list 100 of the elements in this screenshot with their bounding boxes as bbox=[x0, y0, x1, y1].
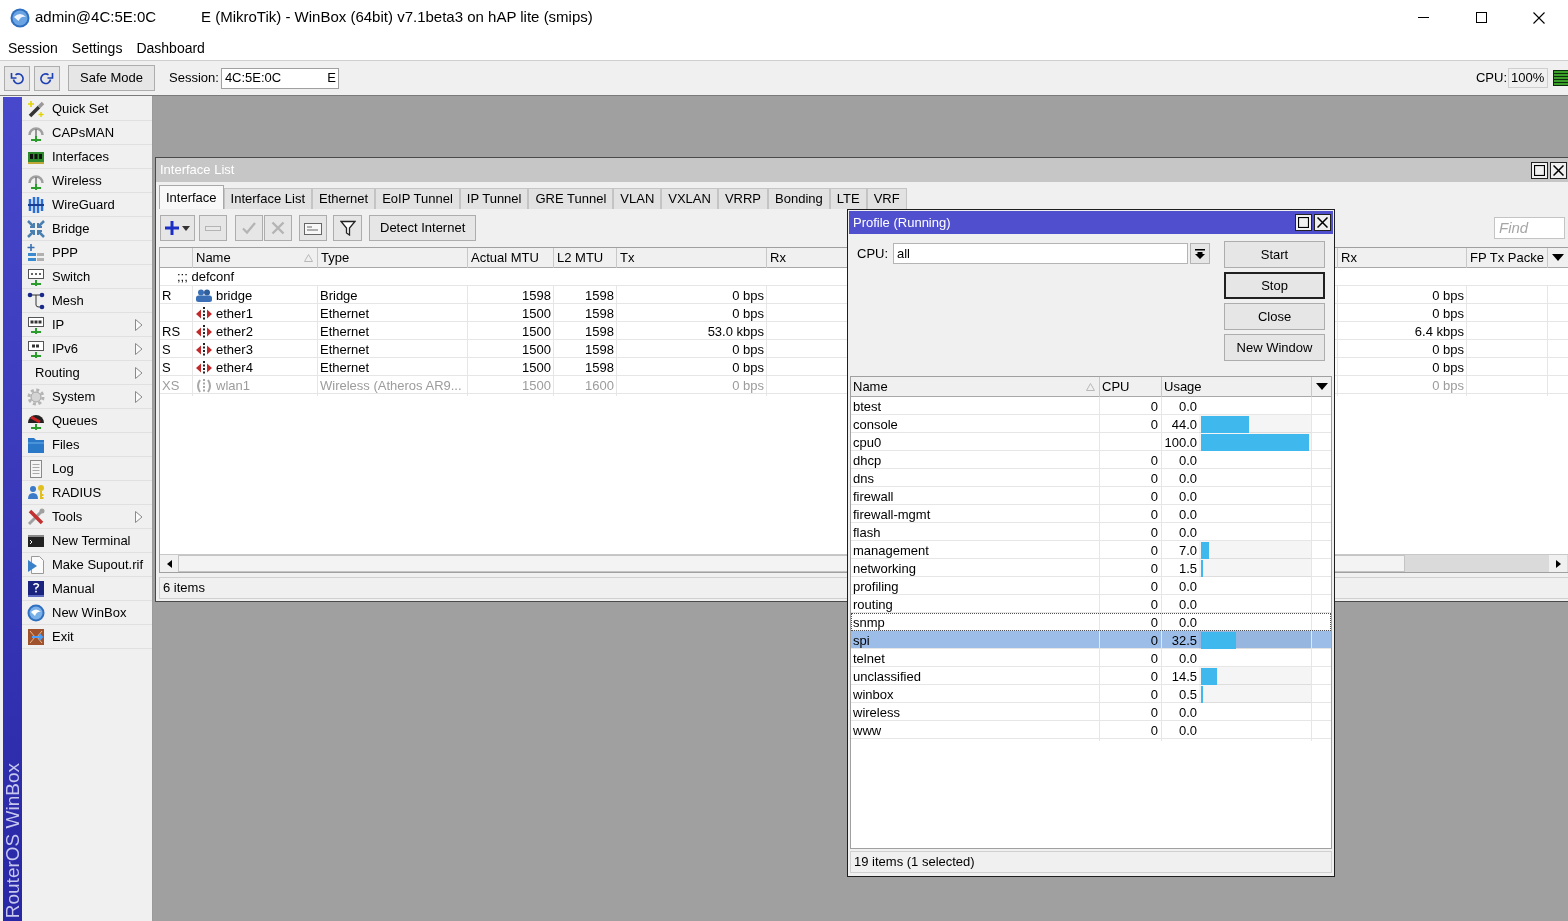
table-row[interactable]: telnet 0 0.0 bbox=[851, 649, 1331, 667]
sidebar-item[interactable]: Manual bbox=[22, 577, 152, 601]
sidebar-item[interactable]: Queues bbox=[22, 409, 152, 433]
table-row[interactable]: routing 0 0.0 bbox=[851, 595, 1331, 613]
table-row[interactable]: profiling 0 0.0 bbox=[851, 577, 1331, 595]
dialog-button[interactable]: Stop bbox=[1224, 272, 1325, 299]
close-button[interactable] bbox=[1314, 214, 1331, 231]
column-header[interactable]: Usage bbox=[1162, 377, 1312, 397]
tab[interactable]: GRE Tunnel bbox=[528, 188, 614, 209]
session-label: Session: bbox=[169, 69, 219, 88]
comment-button[interactable] bbox=[299, 215, 327, 241]
sidebar-item[interactable]: Files bbox=[22, 433, 152, 457]
menu-item[interactable]: Settings bbox=[64, 35, 130, 60]
sidebar-item[interactable]: Bridge bbox=[22, 217, 152, 241]
column-header[interactable]: Tx bbox=[617, 248, 767, 268]
left-arrow-icon bbox=[166, 559, 172, 568]
sidebar-item[interactable]: Make Supout.rif bbox=[22, 553, 152, 577]
arrows-icon bbox=[196, 342, 212, 357]
table-row[interactable]: management 0 7.0 bbox=[851, 541, 1331, 559]
table-row[interactable]: dhcp 0 0.0 bbox=[851, 451, 1331, 469]
column-header[interactable]: FP Tx Packe bbox=[1467, 248, 1548, 268]
filter-button[interactable] bbox=[333, 215, 362, 241]
cpu-select-field[interactable]: all bbox=[893, 243, 1188, 264]
dropdown-button[interactable] bbox=[1190, 243, 1210, 264]
maximize-button[interactable] bbox=[1531, 161, 1548, 179]
scroll-right-button[interactable] bbox=[1549, 555, 1567, 572]
add-button[interactable] bbox=[160, 215, 195, 241]
tab[interactable]: Interface List bbox=[223, 188, 313, 209]
table-row[interactable]: spi 0 32.5 bbox=[851, 631, 1331, 649]
table-row[interactable]: btest 0 0.0 bbox=[851, 397, 1331, 415]
submenu-arrow-icon bbox=[135, 342, 143, 355]
x-icon bbox=[270, 220, 286, 236]
sidebar-item[interactable]: Switch bbox=[22, 265, 152, 289]
tab[interactable]: Interface bbox=[159, 185, 224, 209]
tab[interactable]: IP Tunnel bbox=[459, 188, 529, 209]
sidebar-item[interactable]: New Terminal bbox=[22, 529, 152, 553]
close-button[interactable] bbox=[1550, 161, 1567, 179]
maximize-icon bbox=[1298, 217, 1309, 228]
table-row[interactable]: snmp 0 0.0 bbox=[851, 613, 1331, 631]
column-header[interactable]: Name bbox=[193, 248, 318, 268]
folder-icon bbox=[27, 435, 45, 454]
table-row[interactable]: firewall-mgmt 0 0.0 bbox=[851, 505, 1331, 523]
sidebar-item[interactable]: RADIUS bbox=[22, 481, 152, 505]
detect-internet-button[interactable]: Detect Internet bbox=[369, 215, 477, 241]
tab[interactable]: LTE bbox=[829, 188, 867, 209]
maximize-button[interactable] bbox=[1295, 214, 1312, 231]
sidebar-item[interactable]: Quick Set bbox=[22, 97, 152, 121]
sidebar-item[interactable]: Tools bbox=[22, 505, 152, 529]
caret-icon bbox=[182, 225, 190, 231]
table-row[interactable]: networking 0 1.5 bbox=[851, 559, 1331, 577]
column-header[interactable]: L2 MTU bbox=[554, 248, 617, 268]
sidebar-item[interactable]: New WinBox bbox=[22, 601, 152, 625]
safe-mode-button[interactable]: Safe Mode bbox=[68, 65, 155, 91]
sidebar-item[interactable]: WireGuard bbox=[22, 193, 152, 217]
table-row[interactable]: dns 0 0.0 bbox=[851, 469, 1331, 487]
window-title: Profile (Running) bbox=[853, 213, 951, 232]
table-row[interactable]: flash 0 0.0 bbox=[851, 523, 1331, 541]
sidebar-item[interactable]: Interfaces bbox=[22, 145, 152, 169]
usage-value: 32.5 bbox=[1170, 632, 1197, 650]
column-header[interactable]: Type bbox=[318, 248, 468, 268]
find-field[interactable]: Find bbox=[1494, 217, 1565, 239]
tab[interactable]: EoIP Tunnel bbox=[375, 188, 460, 209]
sidebar-item[interactable]: CAPsMAN bbox=[22, 121, 152, 145]
tab[interactable]: VXLAN bbox=[661, 188, 718, 209]
column-header[interactable]: CPU bbox=[1100, 377, 1162, 397]
table-row[interactable]: cpu0 100.0 bbox=[851, 433, 1331, 451]
sidebar-item[interactable]: Wireless bbox=[22, 169, 152, 193]
sidebar-item[interactable]: IPv6 bbox=[22, 337, 152, 361]
sidebar-item[interactable]: System bbox=[22, 385, 152, 409]
tab[interactable]: VLAN bbox=[613, 188, 662, 209]
monitor-icon bbox=[27, 267, 45, 286]
sidebar-item[interactable]: Routing bbox=[22, 361, 152, 385]
menu-item[interactable]: Dashboard bbox=[129, 35, 212, 60]
sidebar-item[interactable]: PPP bbox=[22, 241, 152, 265]
table-row[interactable]: firewall 0 0.0 bbox=[851, 487, 1331, 505]
sidebar-item[interactable]: Exit bbox=[22, 625, 152, 649]
scroll-left-button[interactable] bbox=[160, 555, 178, 572]
session-field[interactable]: 4C:5E:0C E bbox=[220, 67, 339, 89]
tab[interactable]: Bonding bbox=[768, 188, 830, 209]
column-header[interactable]: Actual MTU bbox=[468, 248, 554, 268]
column-header[interactable]: Rx bbox=[1338, 248, 1467, 268]
table-row[interactable]: winbox 0 0.5 bbox=[851, 685, 1331, 703]
redo-button[interactable] bbox=[34, 65, 60, 91]
table-row[interactable]: unclassified 0 14.5 bbox=[851, 667, 1331, 685]
column-header[interactable]: Name bbox=[851, 377, 1100, 397]
dialog-button[interactable]: Start bbox=[1224, 241, 1325, 268]
menu-item[interactable]: Session bbox=[1, 35, 65, 60]
dialog-button[interactable]: Close bbox=[1224, 303, 1325, 330]
sidebar-item[interactable]: IP bbox=[22, 313, 152, 337]
tab[interactable]: Ethernet bbox=[312, 188, 376, 209]
sidebar-item[interactable]: Mesh bbox=[22, 289, 152, 313]
usage-value: 0.0 bbox=[1177, 596, 1197, 614]
tab[interactable]: VRRP bbox=[717, 188, 769, 209]
table-row[interactable]: console 0 44.0 bbox=[851, 415, 1331, 433]
dialog-button[interactable]: New Window bbox=[1224, 334, 1325, 361]
tab[interactable]: VRF bbox=[866, 188, 907, 209]
table-row[interactable]: www 0 0.0 bbox=[851, 721, 1331, 739]
sidebar-item[interactable]: Log bbox=[22, 457, 152, 481]
undo-button[interactable] bbox=[4, 65, 30, 91]
table-row[interactable]: wireless 0 0.0 bbox=[851, 703, 1331, 721]
